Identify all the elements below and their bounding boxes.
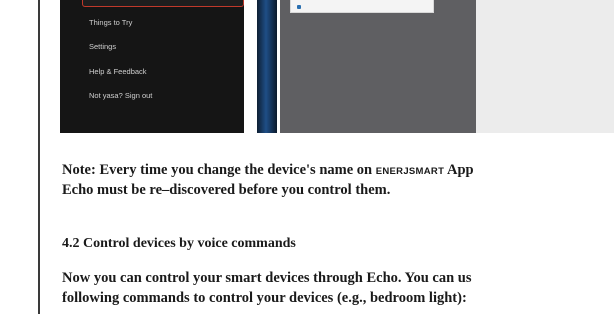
dialog-icon (297, 5, 301, 9)
device-list-screenshot (476, 0, 614, 133)
dialog-box (290, 0, 434, 13)
discovery-dialog-screenshot (280, 0, 476, 133)
image-gutter (244, 0, 257, 133)
note-line-2: Echo must be re–discovered before you co… (62, 182, 391, 198)
echo-device-screenshot (257, 0, 277, 133)
app-screenshots: Things to Try Settings Help & Feedback N… (60, 0, 614, 133)
menu-item-help-feedback: Help & Feedback (89, 67, 147, 76)
section-body-line-1: Now you can control your smart devices t… (62, 270, 472, 286)
note-suffix: App (444, 162, 474, 178)
highlighted-menu-item (82, 0, 244, 7)
menu-item-things-to-try: Things to Try (89, 18, 133, 27)
page-border-line (38, 0, 40, 314)
menu-item-sign-out: Not yasa? Sign out (89, 91, 153, 100)
note-paragraph: Note: Every time you change the device's… (62, 160, 614, 182)
alexa-app-menu-screenshot: Things to Try Settings Help & Feedback N… (60, 0, 244, 133)
menu-item-settings: Settings (89, 42, 117, 51)
note-prefix: Note: Every time you change the device's… (62, 162, 376, 178)
app-name: ENERJSMART (375, 166, 445, 177)
section-body-line-2: following commands to control your devic… (62, 290, 467, 306)
section-heading: 4.2 Control devices by voice commands (62, 236, 296, 251)
